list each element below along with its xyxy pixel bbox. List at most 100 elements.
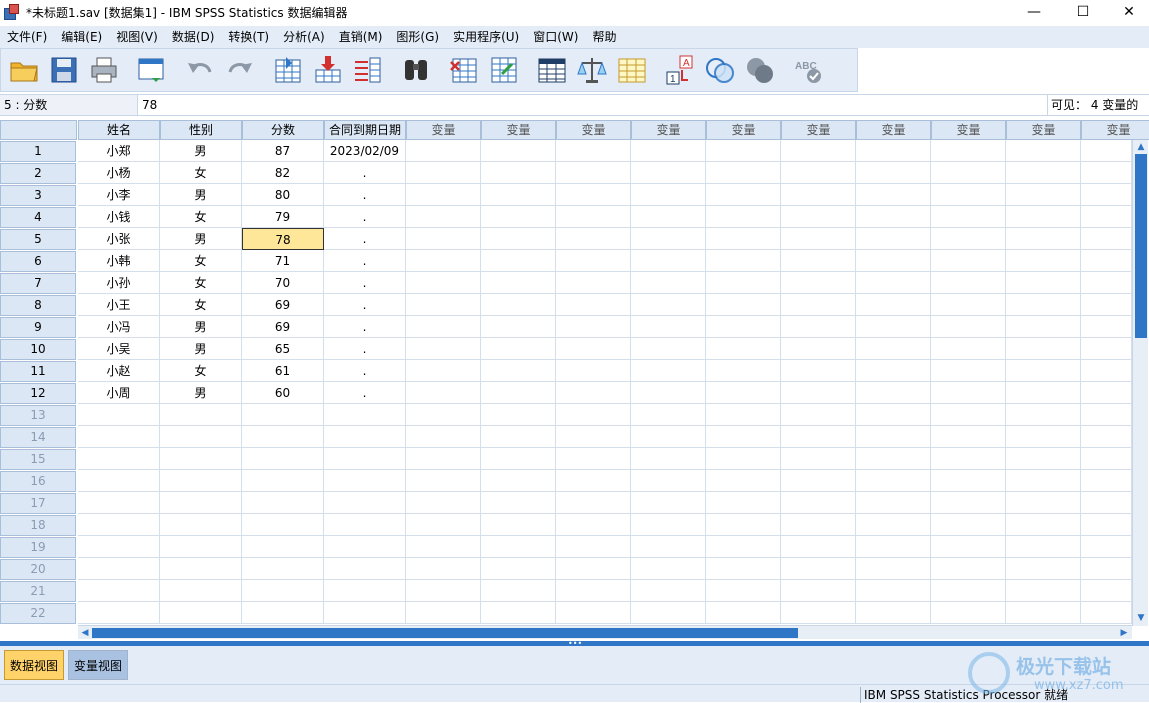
data-cell[interactable]: [856, 558, 931, 580]
data-cell[interactable]: [1081, 448, 1132, 470]
data-cell[interactable]: [781, 426, 856, 448]
data-cell[interactable]: [931, 206, 1006, 228]
data-cell[interactable]: .: [324, 272, 406, 294]
data-cell[interactable]: [781, 338, 856, 360]
data-cell[interactable]: [78, 580, 160, 602]
data-cell[interactable]: [1081, 470, 1132, 492]
print-icon[interactable]: [87, 53, 121, 87]
data-cell[interactable]: [931, 184, 1006, 206]
column-header[interactable]: 姓名: [78, 120, 160, 140]
data-cell[interactable]: .: [324, 338, 406, 360]
data-cell[interactable]: [631, 206, 706, 228]
data-cell[interactable]: [324, 404, 406, 426]
data-cell[interactable]: [781, 382, 856, 404]
tab-variable-view[interactable]: 变量视图: [68, 650, 129, 680]
data-cell[interactable]: 小钱: [78, 206, 160, 228]
data-cell[interactable]: [406, 184, 481, 206]
data-cell[interactable]: [706, 580, 781, 602]
data-cell[interactable]: [856, 470, 931, 492]
menu-item[interactable]: 窗口(W): [526, 26, 585, 48]
menu-item[interactable]: 文件(F): [0, 26, 54, 48]
redo-icon[interactable]: [223, 53, 257, 87]
data-cell[interactable]: [781, 514, 856, 536]
data-cell[interactable]: [242, 536, 324, 558]
data-cell[interactable]: [481, 360, 556, 382]
data-cell[interactable]: [242, 580, 324, 602]
row-header[interactable]: 5: [0, 229, 76, 250]
data-cell[interactable]: [1006, 162, 1081, 184]
goto-variable-icon[interactable]: [311, 53, 345, 87]
data-cell[interactable]: [406, 162, 481, 184]
data-cell[interactable]: [931, 294, 1006, 316]
column-header-empty-variable[interactable]: 变量: [631, 120, 706, 140]
save-icon[interactable]: [47, 53, 81, 87]
vertical-scroll-thumb[interactable]: [1135, 154, 1147, 338]
insert-cases-icon[interactable]: [447, 53, 481, 87]
data-cell[interactable]: [931, 448, 1006, 470]
data-cell[interactable]: [556, 514, 631, 536]
column-header-empty-variable[interactable]: 变量: [1006, 120, 1081, 140]
data-cell[interactable]: [1006, 338, 1081, 360]
data-cell[interactable]: [1081, 382, 1132, 404]
data-cell[interactable]: [856, 206, 931, 228]
data-cell[interactable]: [1006, 426, 1081, 448]
scroll-down-arrow-icon[interactable]: ▼: [1135, 612, 1147, 624]
data-cell[interactable]: 男: [160, 184, 242, 206]
data-cell[interactable]: [856, 492, 931, 514]
menu-item[interactable]: 直销(M): [332, 26, 390, 48]
data-cell[interactable]: [1006, 382, 1081, 404]
maximize-button[interactable]: ☐: [1060, 0, 1106, 24]
minimize-button[interactable]: —: [1011, 0, 1057, 24]
data-cell[interactable]: [931, 492, 1006, 514]
data-cell[interactable]: [856, 514, 931, 536]
data-cell[interactable]: [1081, 514, 1132, 536]
data-cell[interactable]: [1081, 558, 1132, 580]
data-cell[interactable]: [481, 514, 556, 536]
data-cell[interactable]: [856, 250, 931, 272]
data-cell[interactable]: [631, 382, 706, 404]
column-header-empty-variable[interactable]: 变量: [406, 120, 481, 140]
data-cell[interactable]: [1081, 426, 1132, 448]
tab-data-view[interactable]: 数据视图: [4, 650, 65, 680]
data-cell[interactable]: [1081, 184, 1132, 206]
data-cell[interactable]: 82: [242, 162, 324, 184]
data-cell[interactable]: 男: [160, 140, 242, 162]
data-cell[interactable]: [1081, 316, 1132, 338]
data-cell[interactable]: [1006, 580, 1081, 602]
data-cell[interactable]: 女: [160, 272, 242, 294]
data-cell[interactable]: [781, 580, 856, 602]
column-header-empty-variable[interactable]: 变量: [931, 120, 1006, 140]
data-cell[interactable]: [1081, 162, 1132, 184]
data-cell[interactable]: 80: [242, 184, 324, 206]
row-header[interactable]: 13: [0, 405, 76, 426]
data-cell[interactable]: .: [324, 228, 406, 250]
data-cell[interactable]: [631, 272, 706, 294]
data-cell[interactable]: [1081, 536, 1132, 558]
cell-value-input[interactable]: 78: [142, 95, 157, 115]
data-cell[interactable]: [931, 228, 1006, 250]
data-cell[interactable]: 70: [242, 272, 324, 294]
data-cell[interactable]: [631, 228, 706, 250]
data-cell[interactable]: [781, 492, 856, 514]
data-cell[interactable]: [1081, 580, 1132, 602]
data-cell[interactable]: [706, 338, 781, 360]
data-cell[interactable]: [481, 250, 556, 272]
data-cell[interactable]: [556, 492, 631, 514]
data-cell[interactable]: [481, 316, 556, 338]
data-cell[interactable]: 小王: [78, 294, 160, 316]
data-cell[interactable]: .: [324, 250, 406, 272]
menu-item[interactable]: 图形(G): [389, 26, 446, 48]
menu-item[interactable]: 数据(D): [165, 26, 222, 48]
data-cell[interactable]: 61: [242, 360, 324, 382]
data-cell[interactable]: [556, 536, 631, 558]
data-cell[interactable]: [706, 382, 781, 404]
data-cell[interactable]: [856, 272, 931, 294]
data-cell[interactable]: 小张: [78, 228, 160, 250]
data-cell[interactable]: [1006, 492, 1081, 514]
data-cell[interactable]: [242, 404, 324, 426]
data-cell[interactable]: [406, 536, 481, 558]
data-cell[interactable]: [706, 448, 781, 470]
data-cell[interactable]: [160, 426, 242, 448]
data-cell[interactable]: [631, 580, 706, 602]
data-cell[interactable]: [631, 162, 706, 184]
